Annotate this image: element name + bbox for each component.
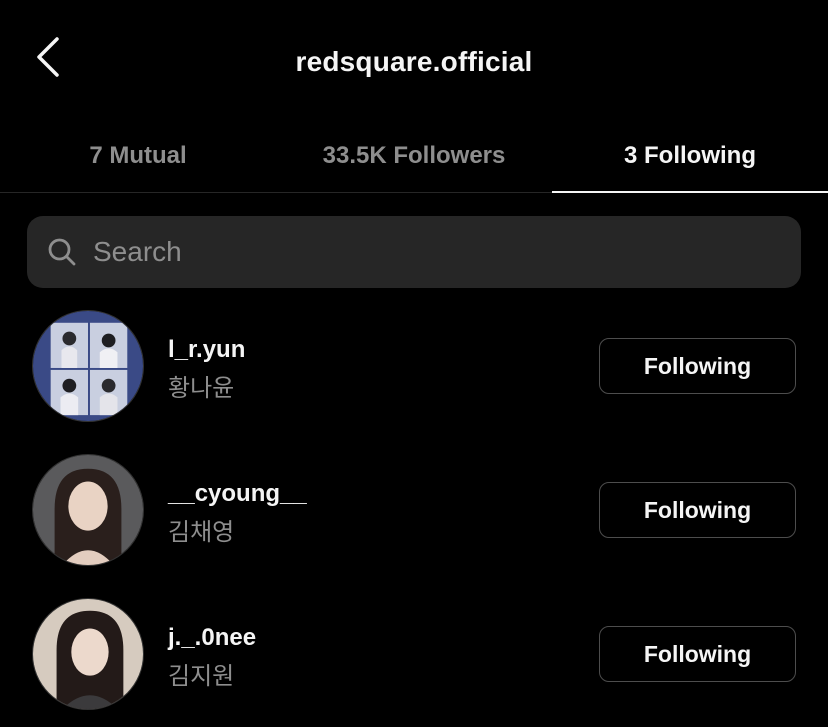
username[interactable]: l_r.yun xyxy=(168,336,245,364)
tab-following[interactable]: 3 Following xyxy=(552,118,828,193)
username[interactable]: j._.0nee xyxy=(168,624,256,652)
page-title: redsquare.official xyxy=(295,46,533,77)
following-button[interactable]: Following xyxy=(599,626,796,682)
avatar[interactable] xyxy=(32,310,144,422)
header: redsquare.official xyxy=(0,0,828,118)
following-button[interactable]: Following xyxy=(599,482,796,538)
list-item[interactable]: __cyoung__ 김채영 Following xyxy=(0,454,828,574)
list-item[interactable]: j._.0nee 김지원 Following xyxy=(0,598,828,718)
avatar[interactable] xyxy=(32,598,144,710)
tab-bar: 7 Mutual 33.5K Followers 3 Following xyxy=(0,118,828,194)
username[interactable]: __cyoung__ xyxy=(168,480,307,508)
full-name: 황나윤 xyxy=(168,375,235,402)
full-name: 김채영 xyxy=(168,519,235,546)
tab-followers[interactable]: 33.5K Followers xyxy=(276,118,552,193)
avatar[interactable] xyxy=(32,454,144,566)
following-screen: redsquare.official 7 Mutual 33.5K Follow… xyxy=(0,0,828,727)
list-item[interactable]: l_r.yun 황나윤 Following xyxy=(0,310,828,430)
tab-mutual[interactable]: 7 Mutual xyxy=(0,118,276,193)
search-bar[interactable] xyxy=(27,216,801,288)
following-button[interactable]: Following xyxy=(599,338,796,394)
search-icon xyxy=(47,237,77,267)
full-name: 김지원 xyxy=(168,663,235,690)
search-input[interactable] xyxy=(93,216,801,288)
active-tab-indicator xyxy=(552,191,828,193)
